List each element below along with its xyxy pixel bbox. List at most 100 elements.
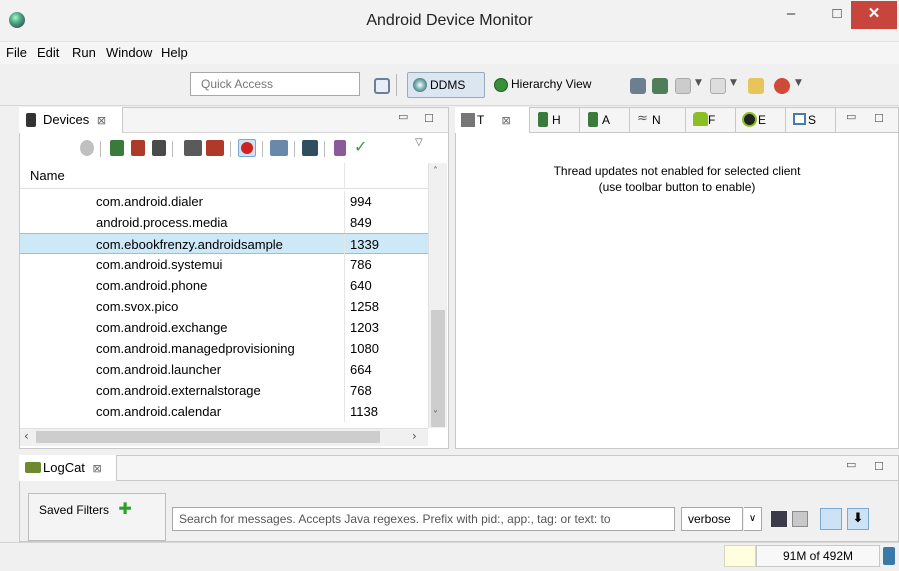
scroll-left-icon[interactable]: ‹ <box>24 429 29 443</box>
systrace-icon[interactable] <box>334 140 346 156</box>
saved-filters-label: Saved Filters <box>39 503 110 517</box>
table-row[interactable]: com.android.systemui 786 <box>20 254 428 275</box>
toolbar-separator <box>396 74 397 96</box>
process-pid: 849 <box>350 215 372 230</box>
table-row[interactable]: com.android.launcher 664 <box>20 359 428 380</box>
dump-hprof-icon[interactable] <box>131 140 145 156</box>
pid-column-header[interactable] <box>344 163 428 189</box>
open-perspective-icon[interactable] <box>374 78 390 94</box>
minimize-view-icon[interactable]: ▭ <box>398 110 408 123</box>
process-pid: 768 <box>350 383 372 398</box>
cause-gc-icon[interactable] <box>152 140 166 156</box>
column-separator <box>344 380 345 401</box>
dump-uiautomator-icon[interactable] <box>675 78 691 94</box>
table-row[interactable]: com.android.dialer 994 <box>20 191 428 212</box>
search-debug-icon[interactable] <box>774 78 790 94</box>
column-separator <box>344 254 345 275</box>
table-row[interactable]: com.android.phone 640 <box>20 275 428 296</box>
toolbar-separator <box>294 141 295 157</box>
opengl-trace-icon[interactable]: ✓ <box>354 137 367 156</box>
process-pid: 640 <box>350 278 372 293</box>
update-threads-icon[interactable] <box>184 140 202 156</box>
minimize-view-icon[interactable]: ▭ <box>846 110 856 123</box>
tab-threads-label: T <box>477 113 485 127</box>
menu-file[interactable]: File <box>6 42 27 64</box>
column-separator <box>344 359 345 380</box>
threads-message-line1: Thread updates not enabled for selected … <box>553 164 801 178</box>
maximize-view-icon[interactable]: ☐ <box>424 112 434 125</box>
back-arrow-icon[interactable] <box>748 78 764 94</box>
ddms-icon <box>413 78 427 92</box>
column-separator <box>344 212 345 233</box>
column-separator <box>344 234 345 255</box>
dump-view-hierarchy-icon[interactable] <box>652 78 668 94</box>
process-pid: 664 <box>350 362 372 377</box>
screen-capture-icon[interactable] <box>270 140 288 156</box>
logcat-search-input[interactable]: Search for messages. Accepts Java regexe… <box>172 507 675 531</box>
table-row[interactable]: com.android.externalstorage 768 <box>20 380 428 401</box>
scroll-up-icon[interactable]: ˄ <box>433 166 438 177</box>
dump-view-hierarchy-icon[interactable] <box>302 140 318 156</box>
table-row[interactable]: com.android.managedprovisioning 1080 <box>20 338 428 359</box>
scroll-right-icon[interactable]: › <box>412 429 417 443</box>
table-row[interactable]: com.ebookfrenzy.androidsample 1339 <box>20 233 428 255</box>
phone-icon <box>26 113 36 127</box>
table-row[interactable]: com.android.calendar 1138 <box>20 401 428 422</box>
horizontal-scroll-thumb[interactable] <box>36 431 380 443</box>
maximize-view-icon[interactable]: ☐ <box>874 112 884 125</box>
ddms-label: DDMS <box>430 78 466 92</box>
dropdown-chevron-icon[interactable]: ▼ <box>795 78 802 88</box>
device-screenshot-icon[interactable] <box>630 78 646 94</box>
view-menu-icon[interactable]: ▽ <box>415 137 423 148</box>
process-pid: 1138 <box>350 404 378 419</box>
system-info-icon <box>793 113 806 125</box>
column-separator <box>344 275 345 296</box>
start-method-profiling-icon[interactable] <box>206 140 224 156</box>
run-gc-icon[interactable] <box>883 547 895 565</box>
name-column-header[interactable]: Name <box>20 163 344 189</box>
table-row[interactable]: android.process.media 849 <box>20 212 428 233</box>
minimize-view-icon[interactable]: ▭ <box>846 458 856 471</box>
close-button[interactable]: ✕ <box>851 1 897 29</box>
add-filter-icon[interactable]: ✚ <box>118 499 131 518</box>
clear-log-icon[interactable] <box>792 511 808 527</box>
stop-process-button[interactable] <box>238 139 256 157</box>
scroll-down-icon[interactable]: ˅ <box>433 410 438 421</box>
save-log-icon[interactable] <box>771 511 787 527</box>
toolbar-separator <box>100 141 101 157</box>
maximize-view-icon[interactable]: ☐ <box>874 460 884 473</box>
chevron-down-icon[interactable]: ∨ <box>744 507 762 531</box>
dropdown-chevron-icon[interactable]: ▼ <box>730 78 737 88</box>
emulator-icon <box>742 112 757 127</box>
logcat-icon <box>25 462 41 473</box>
process-pid: 1203 <box>350 320 379 335</box>
stop-icon <box>241 142 253 154</box>
scroll-lock-icon[interactable]: ⬇ <box>847 508 869 530</box>
menu-help[interactable]: Help <box>161 42 188 64</box>
close-tab-icon[interactable]: ⊠ <box>93 462 102 475</box>
hierarchy-view-label: Hierarchy View <box>511 77 592 91</box>
menu-run[interactable]: Run <box>72 42 96 64</box>
minimize-button[interactable]: – <box>768 1 814 29</box>
hierarchy-view-icon <box>494 78 508 92</box>
menu-edit[interactable]: Edit <box>37 42 59 64</box>
next-annotation-icon[interactable] <box>710 78 726 94</box>
close-tab-icon[interactable]: ⊠ <box>501 114 510 127</box>
table-row[interactable]: com.svox.pico 1258 <box>20 296 428 317</box>
toggle-filters-pane-button[interactable] <box>820 508 842 530</box>
close-tab-icon[interactable]: ⊠ <box>97 114 106 127</box>
debug-process-icon[interactable] <box>80 140 94 156</box>
menu-window[interactable]: Window <box>106 42 152 64</box>
process-pid: 1339 <box>350 237 379 252</box>
update-heap-icon[interactable] <box>110 140 124 156</box>
threads-icon <box>461 113 475 127</box>
dropdown-chevron-icon[interactable]: ▼ <box>695 78 702 88</box>
quick-access-input[interactable]: Quick Access <box>190 72 360 96</box>
process-name: com.android.launcher <box>96 362 222 377</box>
process-name: com.android.exchange <box>96 320 228 335</box>
log-level-select[interactable]: verbose <box>681 507 743 531</box>
column-separator <box>344 338 345 359</box>
table-row[interactable]: com.android.exchange 1203 <box>20 317 428 338</box>
process-pid: 1258 <box>350 299 379 314</box>
window-title: Android Device Monitor <box>366 12 533 29</box>
